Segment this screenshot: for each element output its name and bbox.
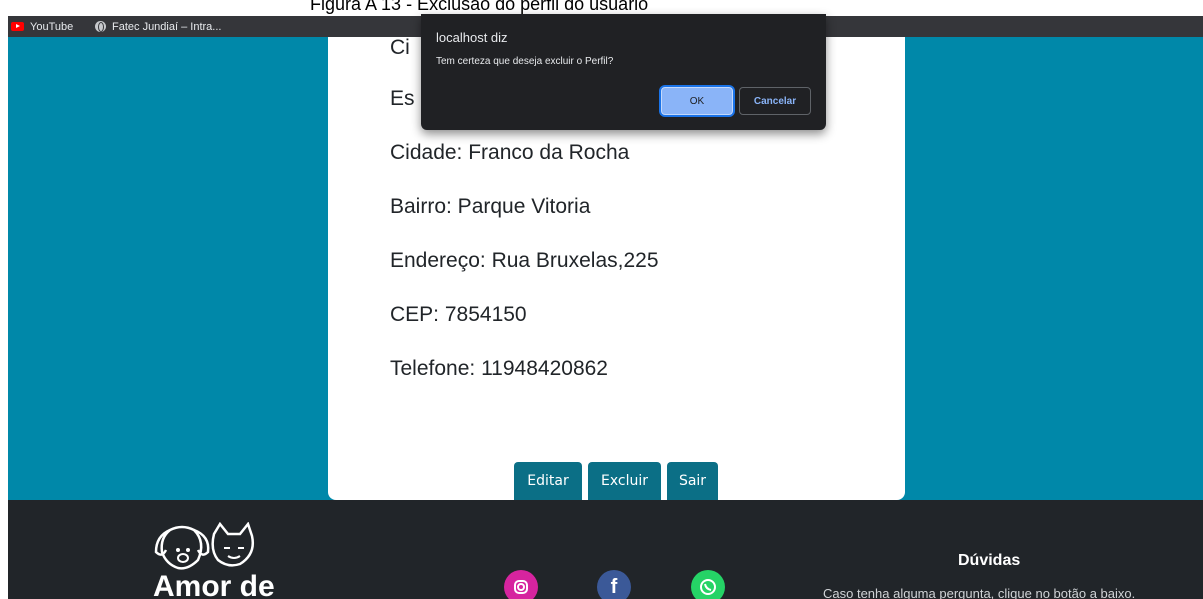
profile-address: Endereço: Rua Bruxelas,225 xyxy=(390,249,659,272)
profile-partial-line-2: Es xyxy=(390,87,415,110)
profile-neighborhood: Bairro: Parque Vitoria xyxy=(390,195,591,218)
help-text: Caso tenha alguma pergunta, clique no bo… xyxy=(823,586,1136,599)
bookmark-fatec-label: Fatec Jundiaí – Intra... xyxy=(112,20,222,33)
whatsapp-icon[interactable] xyxy=(691,570,725,599)
facebook-icon[interactable]: f xyxy=(597,570,631,599)
help-title: Dúvidas xyxy=(958,552,1021,569)
bookmark-youtube[interactable]: YouTube xyxy=(11,16,73,37)
profile-partial-line-1: Ci xyxy=(390,36,410,59)
ok-button[interactable]: OK xyxy=(661,87,733,115)
exit-button[interactable]: Sair xyxy=(667,462,718,500)
cancel-button[interactable]: Cancelar xyxy=(739,87,811,115)
profile-cep: CEP: 7854150 xyxy=(390,303,527,326)
profile-city: Cidade: Franco da Rocha xyxy=(390,141,630,164)
bookmark-youtube-label: YouTube xyxy=(30,20,74,33)
edit-button[interactable]: Editar xyxy=(514,462,582,500)
youtube-icon xyxy=(11,22,24,31)
delete-button[interactable]: Excluir xyxy=(588,462,661,500)
confirm-dialog: localhost diz Tem certeza que deseja exc… xyxy=(421,14,826,130)
instagram-icon[interactable] xyxy=(504,570,538,599)
figure-caption-text: Figura A 13 - Exclusão do perfil do usuá… xyxy=(310,0,649,14)
profile-phone: Telefone: 11948420862 xyxy=(390,357,608,380)
logo-text: Amor de xyxy=(153,570,275,599)
globe-icon xyxy=(95,21,106,32)
site-footer: Amor de f Dúvidas Caso tenha alguma perg… xyxy=(8,500,1203,599)
dialog-message: Tem certeza que deseja excluir o Perfil? xyxy=(436,56,614,67)
pet-logo-icon xyxy=(154,522,254,570)
dialog-title: localhost diz xyxy=(436,30,508,45)
bookmark-fatec[interactable]: Fatec Jundiaí – Intra... xyxy=(95,16,221,37)
